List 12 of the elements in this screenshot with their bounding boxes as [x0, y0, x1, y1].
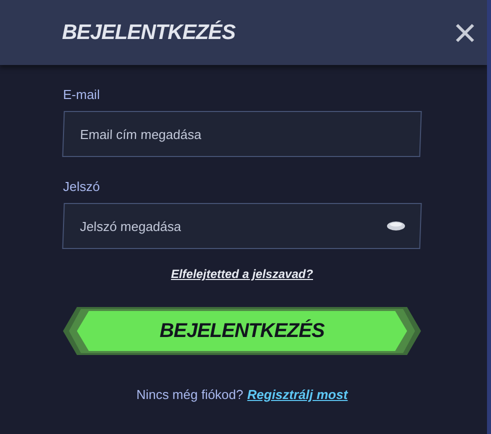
forgot-password-link[interactable]: Elfelejtetted a jelszavad? — [170, 267, 314, 281]
field-label: Jelszó — [63, 179, 101, 194]
input-field[interactable]: Email cím megadása — [62, 111, 422, 157]
close-icon — [455, 22, 475, 42]
input-field[interactable]: Jelszó megadása — [62, 203, 422, 249]
close-button[interactable] — [455, 22, 475, 42]
field-label: E-mail — [63, 87, 101, 102]
dialog-title: BEJELENTKEZÉS — [62, 20, 236, 44]
eye-icon[interactable] — [387, 221, 405, 231]
login-button[interactable]: BEJELENTKEZÉS — [63, 305, 421, 357]
register-link[interactable]: Regisztrálj most — [247, 387, 348, 402]
footer-text: Nincs még fiókod? — [136, 387, 244, 402]
